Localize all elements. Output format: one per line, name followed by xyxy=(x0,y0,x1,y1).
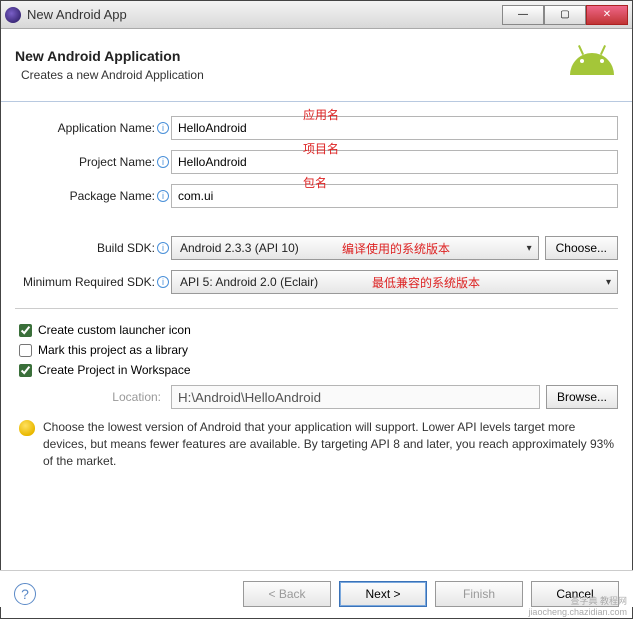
lightbulb-icon xyxy=(19,420,35,436)
info-icon[interactable]: i xyxy=(157,122,169,134)
wizard-content: Application Name:i 应用名 Project Name:i 项目… xyxy=(1,102,632,483)
library-label: Mark this project as a library xyxy=(38,343,188,357)
workspace-checkbox[interactable] xyxy=(19,364,32,377)
package-name-label: Package Name: xyxy=(70,189,155,203)
launcher-icon-label: Create custom launcher icon xyxy=(38,323,191,337)
package-name-input[interactable] xyxy=(171,184,618,208)
tip-text: Choose the lowest version of Android tha… xyxy=(43,419,614,469)
browse-button[interactable]: Browse... xyxy=(546,385,618,409)
location-input xyxy=(171,385,540,409)
next-button[interactable]: Next > xyxy=(339,581,427,607)
banner-heading: New Android Application xyxy=(15,48,566,64)
minimize-button[interactable]: — xyxy=(502,5,544,25)
location-label: Location: xyxy=(15,390,171,404)
launcher-icon-checkbox[interactable] xyxy=(19,324,32,337)
banner-sub: Creates a new Android Application xyxy=(21,68,566,82)
workspace-label: Create Project in Workspace xyxy=(38,363,191,377)
build-sdk-label: Build SDK: xyxy=(97,241,155,255)
project-name-label: Project Name: xyxy=(79,155,155,169)
library-checkbox[interactable] xyxy=(19,344,32,357)
eclipse-icon xyxy=(5,7,21,23)
build-sdk-select[interactable]: Android 2.3.3 (API 10) 编译使用的系统版本 xyxy=(171,236,539,260)
annot-buildsdk: 编译使用的系统版本 xyxy=(342,240,450,257)
info-icon[interactable]: i xyxy=(157,242,169,254)
separator xyxy=(15,308,618,309)
choose-button[interactable]: Choose... xyxy=(545,236,618,260)
app-name-label: Application Name: xyxy=(58,121,155,135)
annot-minsdk: 最低兼容的系统版本 xyxy=(372,274,480,291)
android-icon xyxy=(566,39,618,91)
min-sdk-select[interactable]: API 5: Android 2.0 (Eclair) 最低兼容的系统版本 xyxy=(171,270,618,294)
back-button[interactable]: < Back xyxy=(243,581,331,607)
app-name-input[interactable] xyxy=(171,116,618,140)
finish-button[interactable]: Finish xyxy=(435,581,523,607)
project-name-input[interactable] xyxy=(171,150,618,174)
min-sdk-label: Minimum Required SDK: xyxy=(23,275,155,289)
info-icon[interactable]: i xyxy=(157,156,169,168)
wizard-banner: New Android Application Creates a new An… xyxy=(1,29,632,102)
maximize-button[interactable]: ▢ xyxy=(544,5,586,25)
titlebar[interactable]: New Android App — ▢ ✕ xyxy=(1,1,632,29)
close-button[interactable]: ✕ xyxy=(586,5,628,25)
watermark: 查字典 教程网 jiaocheng.chazidian.com xyxy=(528,594,627,617)
help-button[interactable]: ? xyxy=(14,583,36,605)
info-icon[interactable]: i xyxy=(157,276,169,288)
info-icon[interactable]: i xyxy=(157,190,169,202)
window-title: New Android App xyxy=(27,7,502,22)
